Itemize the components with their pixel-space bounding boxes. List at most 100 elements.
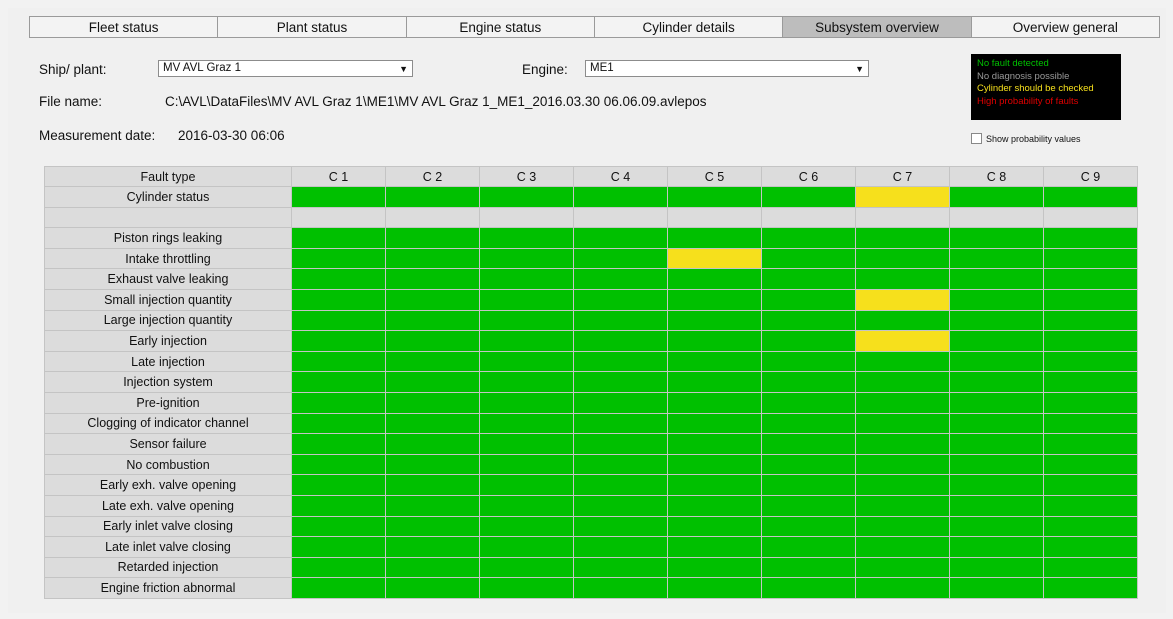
status-cell[interactable]: [573, 453, 668, 476]
status-cell[interactable]: [479, 371, 574, 393]
status-cell[interactable]: [949, 515, 1044, 538]
status-cell[interactable]: [761, 515, 856, 538]
status-cell[interactable]: [855, 350, 950, 373]
status-cell[interactable]: [761, 474, 856, 496]
status-cell[interactable]: [291, 433, 386, 455]
status-cell[interactable]: [855, 453, 950, 476]
status-cell[interactable]: [1043, 391, 1138, 414]
status-cell[interactable]: [479, 577, 574, 599]
status-cell[interactable]: [949, 186, 1044, 208]
status-cell[interactable]: [291, 556, 386, 579]
status-cell[interactable]: [1043, 227, 1138, 249]
status-cell[interactable]: [667, 227, 762, 249]
status-cell[interactable]: [667, 412, 762, 435]
status-cell[interactable]: [667, 515, 762, 538]
status-cell[interactable]: [573, 412, 668, 435]
status-cell[interactable]: [949, 494, 1044, 517]
status-cell[interactable]: [949, 474, 1044, 496]
status-cell[interactable]: [573, 227, 668, 249]
tab-fleet-status[interactable]: Fleet status: [30, 17, 219, 37]
status-cell[interactable]: [573, 577, 668, 599]
status-cell[interactable]: [573, 350, 668, 373]
status-cell[interactable]: [949, 536, 1044, 558]
status-cell[interactable]: [949, 206, 1044, 229]
status-cell[interactable]: [479, 247, 574, 270]
status-cell[interactable]: [479, 268, 574, 290]
status-cell[interactable]: [291, 288, 386, 311]
status-cell[interactable]: [761, 556, 856, 579]
status-cell[interactable]: [761, 330, 856, 352]
status-cell[interactable]: [291, 577, 386, 599]
status-cell[interactable]: [1043, 268, 1138, 290]
status-cell[interactable]: [479, 494, 574, 517]
status-cell[interactable]: [385, 433, 480, 455]
status-cell[interactable]: [761, 247, 856, 270]
status-cell[interactable]: [761, 433, 856, 455]
status-cell[interactable]: [479, 391, 574, 414]
status-cell[interactable]: [573, 474, 668, 496]
status-cell[interactable]: [573, 268, 668, 290]
status-cell[interactable]: [855, 577, 950, 599]
status-cell[interactable]: [385, 350, 480, 373]
status-cell[interactable]: [667, 186, 762, 208]
status-cell[interactable]: [855, 371, 950, 393]
status-cell[interactable]: [385, 515, 480, 538]
status-cell[interactable]: [573, 330, 668, 352]
status-cell[interactable]: [949, 350, 1044, 373]
status-cell[interactable]: [761, 577, 856, 599]
status-cell[interactable]: [949, 433, 1044, 455]
show-probability-toggle[interactable]: Show probability values: [971, 133, 1081, 144]
status-cell[interactable]: [385, 391, 480, 414]
status-cell[interactable]: [949, 453, 1044, 476]
status-cell[interactable]: [385, 371, 480, 393]
status-cell[interactable]: [761, 227, 856, 249]
status-cell[interactable]: [1043, 536, 1138, 558]
ship-plant-select[interactable]: MV AVL Graz 1 ▼: [158, 60, 413, 77]
status-cell[interactable]: [291, 515, 386, 538]
status-cell[interactable]: [667, 350, 762, 373]
status-cell[interactable]: [761, 309, 856, 332]
status-cell[interactable]: [479, 350, 574, 373]
status-cell[interactable]: [949, 268, 1044, 290]
status-cell[interactable]: [385, 227, 480, 249]
status-cell[interactable]: [761, 186, 856, 208]
status-cell[interactable]: [855, 494, 950, 517]
status-cell[interactable]: [385, 309, 480, 332]
status-cell[interactable]: [1043, 247, 1138, 270]
status-cell[interactable]: [949, 556, 1044, 579]
status-cell[interactable]: [855, 309, 950, 332]
status-cell[interactable]: [479, 288, 574, 311]
status-cell[interactable]: [573, 288, 668, 311]
status-cell[interactable]: [667, 288, 762, 311]
status-cell[interactable]: [385, 268, 480, 290]
status-cell[interactable]: [761, 391, 856, 414]
status-cell[interactable]: [667, 391, 762, 414]
status-cell[interactable]: [667, 330, 762, 352]
status-cell[interactable]: [855, 433, 950, 455]
status-cell[interactable]: [667, 206, 762, 229]
status-cell[interactable]: [949, 330, 1044, 352]
status-cell[interactable]: [1043, 494, 1138, 517]
status-cell[interactable]: [479, 433, 574, 455]
tab-subsystem-overview[interactable]: Subsystem overview: [783, 17, 972, 37]
status-cell[interactable]: [1043, 577, 1138, 599]
status-cell[interactable]: [479, 330, 574, 352]
status-cell[interactable]: [1043, 412, 1138, 435]
status-cell[interactable]: [291, 227, 386, 249]
status-cell[interactable]: [291, 247, 386, 270]
status-cell[interactable]: [1043, 330, 1138, 352]
status-cell[interactable]: [667, 556, 762, 579]
status-cell[interactable]: [385, 412, 480, 435]
status-cell[interactable]: [573, 536, 668, 558]
status-cell[interactable]: [479, 186, 574, 208]
status-cell[interactable]: [385, 288, 480, 311]
status-cell[interactable]: [385, 556, 480, 579]
status-cell[interactable]: [1043, 433, 1138, 455]
status-cell[interactable]: [291, 474, 386, 496]
status-cell[interactable]: [479, 536, 574, 558]
status-cell[interactable]: [573, 186, 668, 208]
status-cell[interactable]: [1043, 288, 1138, 311]
status-cell[interactable]: [761, 371, 856, 393]
status-cell[interactable]: [949, 247, 1044, 270]
status-cell[interactable]: [667, 309, 762, 332]
